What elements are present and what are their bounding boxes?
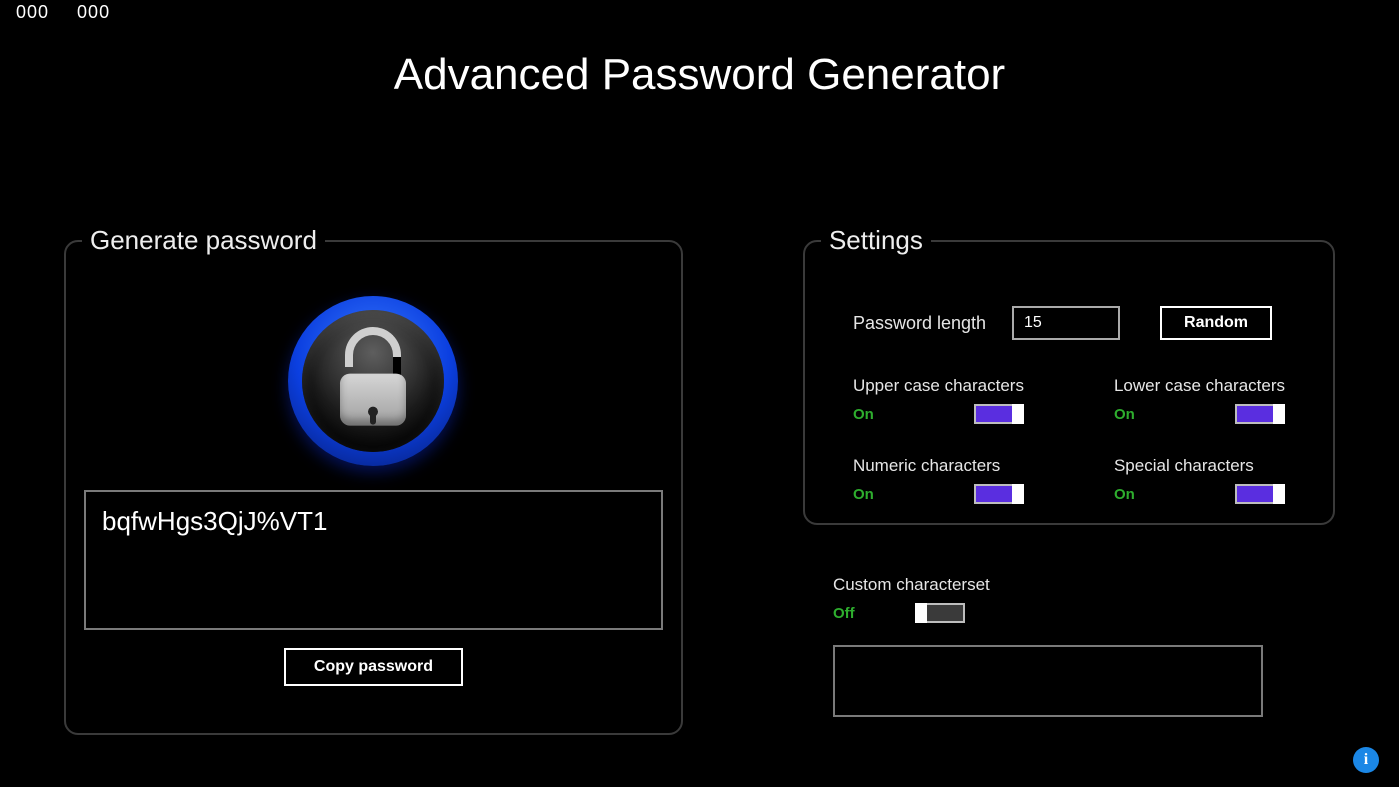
password-length-label: Password length bbox=[853, 313, 986, 334]
header-number-1: 000 bbox=[16, 2, 49, 23]
random-length-button[interactable]: Random bbox=[1160, 306, 1272, 340]
toggle-special: Special characters On bbox=[1114, 456, 1285, 504]
toggle-upper-label: Upper case characters bbox=[853, 376, 1024, 396]
toggle-numeric: Numeric characters On bbox=[853, 456, 1024, 504]
custom-charset-label: Custom characterset bbox=[833, 575, 990, 594]
toggle-lower-label: Lower case characters bbox=[1114, 376, 1285, 396]
toggle-upper: Upper case characters On bbox=[853, 376, 1024, 424]
toggle-numeric-switch[interactable] bbox=[974, 484, 1024, 504]
custom-charset-state: Off bbox=[833, 605, 863, 622]
toggle-lower: Lower case characters On bbox=[1114, 376, 1285, 424]
info-icon[interactable]: i bbox=[1353, 747, 1379, 773]
generate-panel: Generate password bqfwHgs3QjJ%VT1 Copy p… bbox=[64, 225, 683, 735]
custom-charset-switch[interactable] bbox=[915, 603, 965, 623]
password-output[interactable]: bqfwHgs3QjJ%VT1 bbox=[84, 490, 663, 630]
toggle-numeric-state: On bbox=[853, 486, 883, 503]
toggle-upper-switch[interactable] bbox=[974, 404, 1024, 424]
generate-panel-legend: Generate password bbox=[82, 225, 325, 256]
toggle-special-switch[interactable] bbox=[1235, 484, 1285, 504]
toggle-special-state: On bbox=[1114, 486, 1144, 503]
toggle-numeric-label: Numeric characters bbox=[853, 456, 1024, 476]
settings-panel: Settings Password length Random Upper ca… bbox=[803, 225, 1335, 525]
header-number-2: 000 bbox=[77, 2, 110, 23]
custom-charset-input[interactable] bbox=[833, 645, 1263, 717]
toggle-special-label: Special characters bbox=[1114, 456, 1285, 476]
custom-charset-block: Custom characterset Off bbox=[803, 575, 1335, 717]
password-length-input[interactable] bbox=[1012, 306, 1120, 340]
settings-panel-legend: Settings bbox=[821, 225, 931, 256]
toggle-lower-state: On bbox=[1114, 406, 1144, 423]
lock-icon[interactable] bbox=[288, 296, 458, 466]
toggle-upper-state: On bbox=[853, 406, 883, 423]
copy-password-button[interactable]: Copy password bbox=[284, 648, 463, 686]
header-numbers: 000 000 bbox=[16, 2, 110, 23]
page-title: Advanced Password Generator bbox=[0, 50, 1399, 100]
toggle-lower-switch[interactable] bbox=[1235, 404, 1285, 424]
